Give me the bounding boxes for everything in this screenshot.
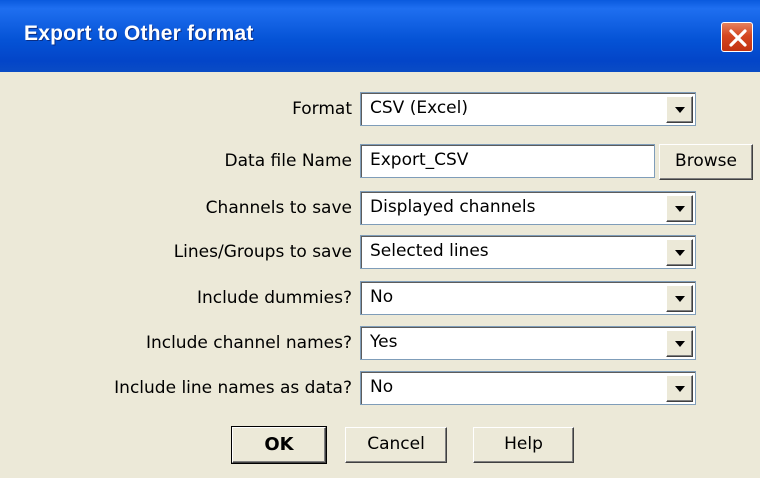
ok-button[interactable]: OK	[231, 426, 327, 464]
lines-value: Selected lines	[370, 241, 489, 261]
close-icon	[729, 29, 747, 47]
channel-names-label: Include channel names?	[145, 333, 352, 353]
chevron-down-icon	[675, 206, 685, 212]
lines-select[interactable]: Selected lines	[360, 235, 696, 269]
channels-label: Channels to save	[205, 198, 352, 218]
line-names-select[interactable]: No	[360, 371, 696, 405]
channels-value: Displayed channels	[370, 197, 536, 217]
lines-dropdown-button[interactable]	[666, 239, 693, 266]
dummies-dropdown-button[interactable]	[666, 285, 693, 312]
chevron-down-icon	[675, 107, 685, 113]
line-names-label: Include line names as data?	[114, 378, 352, 398]
dummies-label: Include dummies?	[196, 288, 352, 308]
browse-button[interactable]: Browse	[659, 144, 753, 180]
format-dropdown-button[interactable]	[666, 96, 693, 123]
lines-label: Lines/Groups to save	[173, 242, 352, 262]
dialog-title: Export to Other format	[24, 22, 254, 45]
format-select[interactable]: CSV (Excel)	[360, 92, 696, 126]
channel-names-dropdown-button[interactable]	[666, 330, 693, 357]
line-names-dropdown-button[interactable]	[666, 375, 693, 402]
dummies-value: No	[370, 287, 394, 307]
chevron-down-icon	[675, 250, 685, 256]
help-button[interactable]: Help	[473, 427, 574, 463]
format-value: CSV (Excel)	[370, 98, 468, 118]
line-names-value: No	[370, 377, 394, 397]
channel-names-select[interactable]: Yes	[360, 326, 696, 360]
data-file-label: Data file Name	[224, 151, 352, 171]
export-dialog: Export to Other format Format CSV (Excel…	[0, 0, 760, 478]
close-button[interactable]	[721, 22, 753, 52]
format-label: Format	[292, 99, 352, 119]
data-file-input[interactable]: Export_CSV	[360, 144, 655, 178]
dialog-body	[0, 72, 760, 478]
dummies-select[interactable]: No	[360, 281, 696, 315]
title-bar[interactable]: Export to Other format	[0, 0, 760, 72]
cancel-button[interactable]: Cancel	[345, 427, 447, 463]
chevron-down-icon	[675, 386, 685, 392]
data-file-value: Export_CSV	[370, 150, 469, 170]
chevron-down-icon	[675, 296, 685, 302]
channel-names-value: Yes	[370, 332, 398, 352]
channels-select[interactable]: Displayed channels	[360, 191, 696, 225]
chevron-down-icon	[675, 341, 685, 347]
channels-dropdown-button[interactable]	[666, 195, 693, 222]
